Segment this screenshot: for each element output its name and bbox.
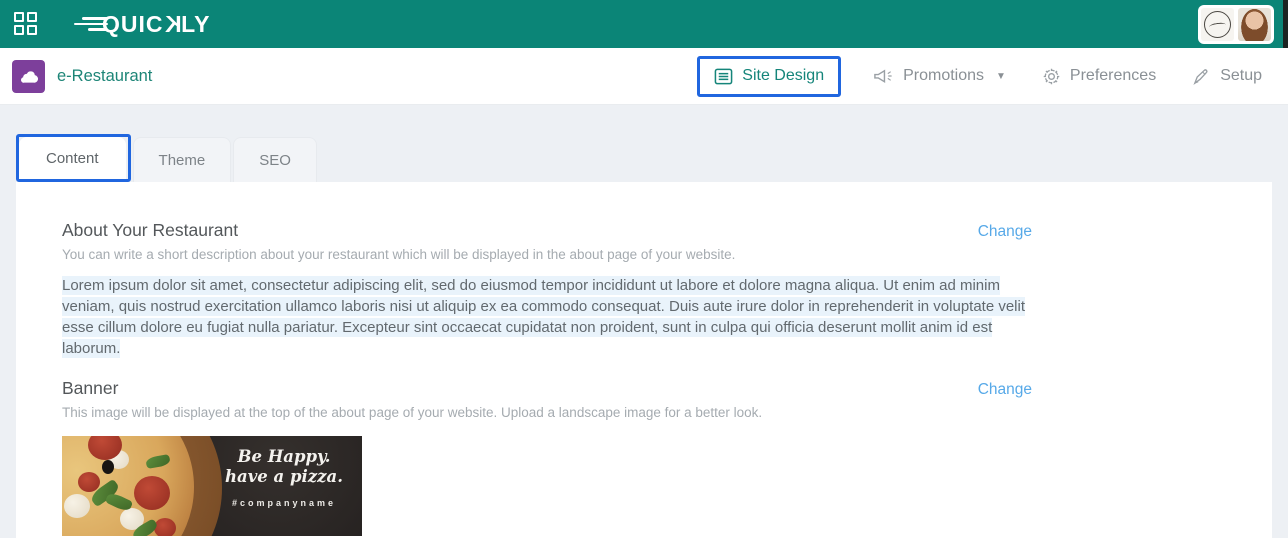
banner-hashtag: #companyname (214, 498, 354, 508)
banner-section-description: This image will be displayed at the top … (62, 405, 1032, 420)
banner-caption-line2: have a pizza. (214, 467, 354, 487)
pen-icon (1192, 67, 1211, 86)
about-section: About Your Restaurant Change You can wri… (62, 220, 1032, 359)
chevron-down-icon: ▼ (996, 71, 1006, 82)
content-tab-annotation: Content (16, 134, 131, 182)
top-app-bar: QUICKLY (0, 0, 1288, 48)
about-section-title: About Your Restaurant (62, 220, 238, 241)
about-change-button[interactable]: Change (978, 223, 1032, 241)
banner-section: Banner Change This image will be display… (62, 378, 1032, 536)
gear-icon (1042, 67, 1061, 86)
about-section-description: You can write a short description about … (62, 247, 1032, 262)
banner-section-title: Banner (62, 378, 118, 399)
nav-item-site-design[interactable]: Site Design (714, 67, 824, 86)
nav-item-setup[interactable]: Setup (1192, 67, 1262, 86)
cloud-icon (12, 60, 45, 93)
tab-theme[interactable]: Theme (133, 137, 232, 182)
app-identity: e-Restaurant (12, 60, 152, 93)
main-nav: Site Design Promotions ▼ Preferences (697, 56, 1262, 97)
app-header: e-Restaurant Site Design Promotions ▼ (0, 48, 1288, 105)
apps-grid-icon[interactable] (14, 12, 38, 36)
nav-item-preferences[interactable]: Preferences (1042, 67, 1156, 86)
tab-seo[interactable]: SEO (233, 137, 317, 182)
restaurant-stamp-avatar[interactable] (1201, 8, 1234, 41)
megaphone-icon (873, 67, 894, 85)
user-avatar[interactable] (1238, 8, 1271, 41)
window-edge-strip (1283, 0, 1288, 48)
main-content-area: Content Theme SEO About Your Restaurant … (0, 105, 1288, 538)
banner-change-button[interactable]: Change (978, 381, 1032, 399)
account-switcher[interactable] (1198, 5, 1274, 44)
about-text-value: Lorem ipsum dolor sit amet, consectetur … (62, 275, 1032, 359)
nav-item-promotions[interactable]: Promotions ▼ (873, 67, 1006, 85)
content-card: About Your Restaurant Change You can wri… (16, 182, 1272, 538)
quickly-logo[interactable]: QUICKLY (74, 11, 210, 38)
banner-caption: Be Happy. have a pizza. #companyname (214, 447, 354, 508)
site-design-annotation: Site Design (697, 56, 841, 97)
list-icon (714, 67, 733, 86)
app-title[interactable]: e-Restaurant (57, 67, 152, 86)
banner-image-preview: Be Happy. have a pizza. #companyname (62, 436, 362, 536)
banner-caption-line1: Be Happy. (214, 447, 354, 467)
tab-content[interactable]: Content (19, 137, 126, 179)
tab-bar: Content Theme SEO (16, 134, 1272, 182)
logo-text: QUICKLY (102, 11, 210, 38)
